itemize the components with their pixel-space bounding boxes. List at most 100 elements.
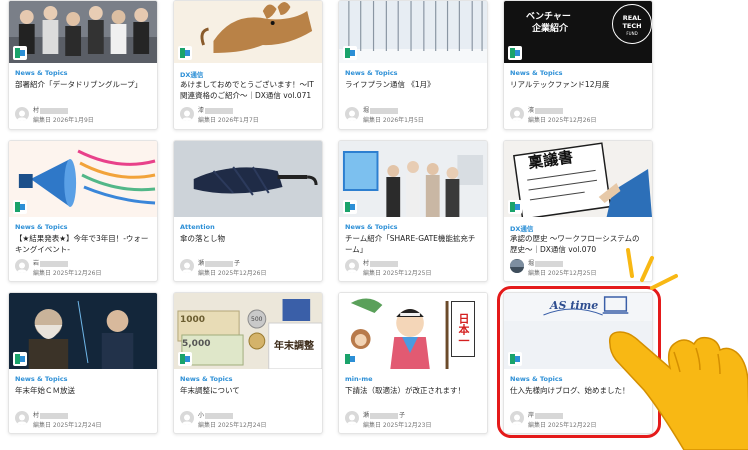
edit-date: 編集日 2026年1月7日 [198,117,259,124]
edit-date: 編集日 2026年1月9日 [33,117,94,124]
author-name: 村 [33,105,69,114]
author-avatar [15,259,29,273]
year-end-adjustment-label: 年末調整 [274,341,314,352]
year-end-adjustment-image [174,293,322,369]
author-avatar [180,107,194,121]
pointing-hand-icon [608,248,748,450]
article-card[interactable]: ベンチャー 企業紹介 REAL TECH FUND News & Topics … [503,0,653,130]
author-avatar [345,107,359,121]
article-thumbnail[interactable] [174,141,322,217]
edit-date: 編集日 2025年12月24日 [198,422,267,429]
article-category: News & Topics [510,69,563,77]
article-card[interactable]: 年末調整 5,000 1000 500 News & Topics 年末調整につ… [173,292,323,434]
article-thumbnail[interactable] [339,141,487,217]
horse-illustration-image [174,1,322,63]
coin-500-label: 500 [251,316,263,323]
megaphone-illustration-image [9,141,157,217]
author-name: 村 [363,258,399,267]
share-gate-badge-icon [343,352,357,366]
article-thumbnail[interactable] [9,293,157,369]
article-thumbnail[interactable] [339,1,487,63]
article-title[interactable]: ライフプラン通信 《1月》 [345,79,481,90]
author-name: 小 [198,410,234,419]
share-gate-badge-icon [13,200,27,214]
share-gate-badge-icon [508,200,522,214]
share-gate-badge-icon [343,200,357,214]
article-category: DX通信 [510,225,534,233]
author-name: 村 [33,410,69,419]
edit-date: 編集日 2025年12月25日 [528,270,597,277]
author-name: 瀬子 [363,412,406,419]
commercial-still-image [9,293,157,369]
article-title[interactable]: 部署紹介「データドリブングループ」 [15,79,151,90]
share-gate-badge-icon [178,46,192,60]
edit-date: 編集日 2025年12月24日 [33,422,102,429]
article-thumbnail[interactable] [9,141,157,217]
article-title[interactable]: 【★結果発表★】今年で3年目！-ウォーキングイベント- [15,233,151,255]
article-card[interactable]: News & Topics 年末年始ＣＭ放送 村 編集日 2025年12月24日 [8,292,158,434]
article-thumbnail[interactable]: 年末調整 5,000 1000 500 [174,293,322,369]
article-card[interactable]: 日本一 min-me 下請法（取適法）が改正されます！ 瀬子 編集日 2025年… [338,292,488,434]
author-name: 堀 [528,258,564,267]
group-photo-image [9,1,157,63]
edit-date: 編集日 2025年12月26日 [33,270,102,277]
snowy-forest-image [339,1,487,63]
article-card[interactable]: News & Topics 【★結果発表★】今年で3年目！-ウォーキングイベント… [8,140,158,282]
article-category: News & Topics [15,223,68,231]
article-category: News & Topics [15,69,68,77]
article-category: Attention [180,223,215,231]
article-thumbnail[interactable]: 日本一 [339,293,487,369]
article-title[interactable]: 年末調整について [180,385,316,396]
author-name: 瀬子 [198,260,241,267]
team-photo-image [339,141,487,217]
author-name: 岩 [33,258,69,267]
article-card[interactable]: News & Topics チーム紹介「SHARE-GATE機能拡充チーム」 村… [338,140,488,282]
edit-date: 編集日 2026年1月5日 [363,117,424,124]
article-thumbnail[interactable] [9,1,157,63]
article-title[interactable]: 年末年始ＣＭ放送 [15,385,151,396]
nippon-ichi-banner: 日本一 [451,301,475,357]
edit-date: 編集日 2025年12月23日 [363,422,432,429]
author-avatar [510,107,524,121]
real-tech-fund-logo: REAL TECH FUND [612,4,652,44]
author-avatar [345,259,359,273]
article-card[interactable]: News & Topics 部署紹介「データドリブングループ」 村 編集日 20… [8,0,158,130]
article-category: min-me [345,375,373,383]
article-title[interactable]: リアルテックファンド12月度 [510,79,646,90]
article-title[interactable]: 傘の落とし物 [180,233,316,244]
share-gate-badge-icon [343,46,357,60]
share-gate-badge-icon [178,352,192,366]
author-avatar [15,411,29,425]
article-card[interactable]: Attention 傘の落とし物 瀬子 編集日 2025年12月26日 [173,140,323,282]
article-thumbnail[interactable]: ベンチャー 企業紹介 REAL TECH FUND [504,1,652,63]
author-name: 堀 [363,105,399,114]
author-name: 漆 [198,105,234,114]
edit-date: 編集日 2025年12月26日 [198,270,267,277]
article-category: News & Topics [15,375,68,383]
author-avatar [15,107,29,121]
share-gate-badge-icon [13,352,27,366]
banknote-5000-label: 5,000 [182,339,211,349]
edit-date: 編集日 2025年12月25日 [363,270,432,277]
article-title[interactable]: あけましておめでとうございます！～IT関連資格のご紹介～｜DX通信 vol.07… [180,79,316,101]
author-avatar [345,411,359,425]
article-title[interactable]: 下請法（取適法）が改正されます！ [345,385,481,396]
article-thumbnail[interactable] [174,1,322,63]
article-card[interactable]: DX通信 あけましておめでとうございます！～IT関連資格のご紹介～｜DX通信 v… [173,0,323,130]
umbrella-photo-image [174,141,322,217]
coin-1000-label: 1000 [180,315,206,325]
author-name: 濱 [528,105,564,114]
author-avatar [180,411,194,425]
share-gate-badge-icon [508,46,522,60]
author-avatar [510,259,524,273]
article-title[interactable]: チーム紹介「SHARE-GATE機能拡充チーム」 [345,233,481,255]
edit-date: 編集日 2025年12月26日 [528,117,597,124]
article-category: News & Topics [345,223,398,231]
thumbnail-heading: ベンチャー 企業紹介 [526,12,571,34]
share-gate-badge-icon [13,46,27,60]
article-thumbnail[interactable]: 稟議書 [504,141,652,217]
article-card[interactable]: News & Topics ライフプラン通信 《1月》 堀 編集日 2026年1… [338,0,488,130]
article-category: News & Topics [180,375,233,383]
article-category: DX通信 [180,71,204,79]
article-category: News & Topics [345,69,398,77]
